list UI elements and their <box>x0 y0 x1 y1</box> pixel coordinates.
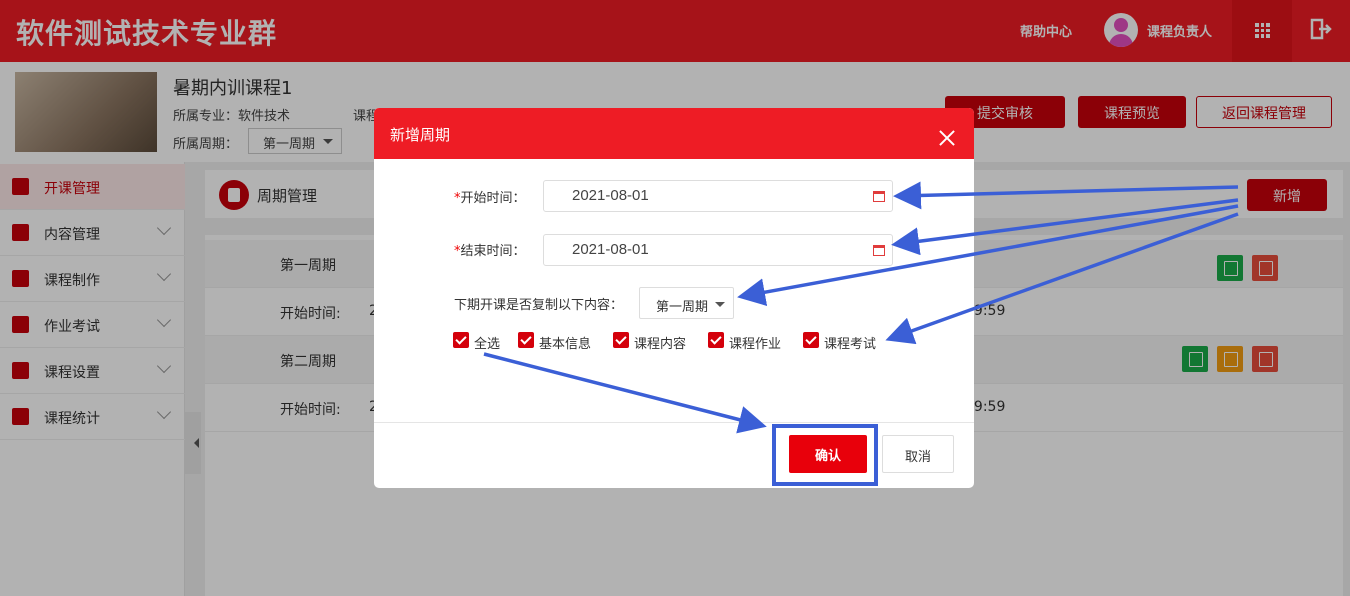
checkbox-checked-icon <box>613 332 629 348</box>
end-time-label: *结束时间： <box>454 244 526 259</box>
end-date-value: 2021-08-01 <box>572 241 649 258</box>
start-time-label: *开始时间： <box>454 191 526 206</box>
confirm-button[interactable]: 确认 <box>789 435 867 473</box>
start-date-input[interactable]: 2021-08-01 <box>543 180 893 212</box>
add-period-dialog: 新增周期 *开始时间： 2021-08-01 *结束时间： 2021-08-01… <box>374 108 974 488</box>
checkbox-checked-icon <box>518 332 534 348</box>
cancel-button[interactable]: 取消 <box>882 435 954 473</box>
calendar-icon[interactable] <box>873 245 885 256</box>
checkbox-checked-icon <box>453 332 469 348</box>
checkbox-checked-icon <box>708 332 724 348</box>
start-date-value: 2021-08-01 <box>572 187 649 204</box>
checkbox-label: 基本信息 <box>539 337 592 352</box>
dialog-title: 新增周期 <box>390 126 451 144</box>
copy-period-select[interactable]: 第一周期 <box>639 287 734 319</box>
checkbox-label: 全选 <box>474 337 501 352</box>
checkbox-checked-icon <box>803 332 819 348</box>
checkbox-label: 课程内容 <box>634 337 687 352</box>
checkbox-label: 课程考试 <box>824 337 877 352</box>
dialog-divider <box>374 422 974 423</box>
copy-content-label: 下期开课是否复制以下内容： <box>454 298 624 313</box>
calendar-icon[interactable] <box>873 191 885 202</box>
close-icon[interactable] <box>938 129 956 147</box>
end-date-input[interactable]: 2021-08-01 <box>543 234 893 266</box>
dialog-header: 新增周期 <box>374 108 974 159</box>
checkbox-label: 课程作业 <box>729 337 782 352</box>
